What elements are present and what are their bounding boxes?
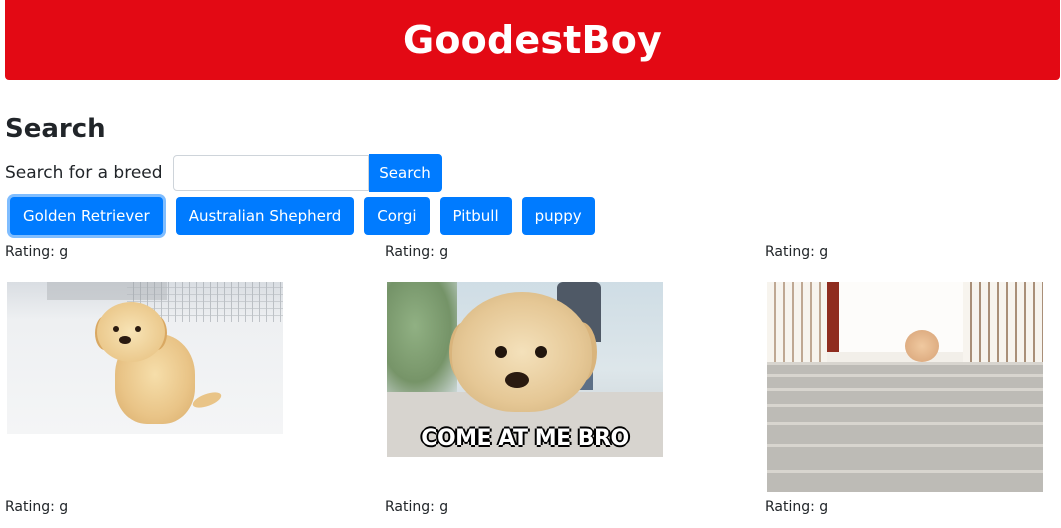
puppy-nose: [505, 372, 529, 388]
puppy-tail: [190, 389, 224, 411]
stair-step: [767, 444, 1043, 473]
app-title: GoodestBoy: [402, 18, 662, 62]
search-button[interactable]: Search: [368, 154, 442, 192]
puppy: [905, 330, 939, 362]
puppy-head: [452, 292, 592, 412]
search-input[interactable]: [172, 155, 369, 191]
result-gif-come-at-me-bro[interactable]: COME AT ME BRO: [387, 282, 663, 457]
search-heading: Search: [5, 114, 106, 144]
breed-button-corgi[interactable]: Corgi: [364, 197, 430, 235]
breed-button-puppy[interactable]: puppy: [521, 197, 595, 235]
result-rating: Rating: g: [385, 499, 449, 515]
result-rating: Rating: g: [765, 244, 829, 260]
breed-button-row: Golden Retriever Australian Shepherd Cor…: [5, 196, 605, 236]
background-plant: [387, 282, 457, 392]
result-rating: Rating: g: [5, 244, 69, 260]
app-header: GoodestBoy: [5, 0, 1060, 80]
search-form: Search for a breed Search: [5, 154, 442, 192]
result-gif-puppy-in-snow[interactable]: [7, 282, 283, 434]
breed-button-pitbull[interactable]: Pitbull: [439, 197, 512, 235]
search-label: Search for a breed: [5, 163, 163, 183]
result-rating: Rating: g: [765, 499, 829, 515]
puppy-nose: [119, 336, 131, 344]
breed-button-australian-shepherd[interactable]: Australian Shepherd: [175, 197, 355, 235]
result-gif-puppy-on-stairs[interactable]: [767, 282, 1043, 492]
stair-step: [767, 470, 1043, 492]
puppy-head: [97, 302, 165, 362]
background-wall: [827, 282, 963, 352]
result-rating: Rating: g: [385, 244, 449, 260]
puppy-eye: [113, 326, 119, 332]
gif-caption: COME AT ME BRO: [421, 426, 629, 451]
puppy-eye: [535, 346, 547, 358]
breed-button-golden-retriever[interactable]: Golden Retriever: [10, 197, 163, 235]
result-rating: Rating: g: [5, 499, 69, 515]
puppy-eye: [135, 326, 141, 332]
puppy-eye: [495, 346, 507, 358]
